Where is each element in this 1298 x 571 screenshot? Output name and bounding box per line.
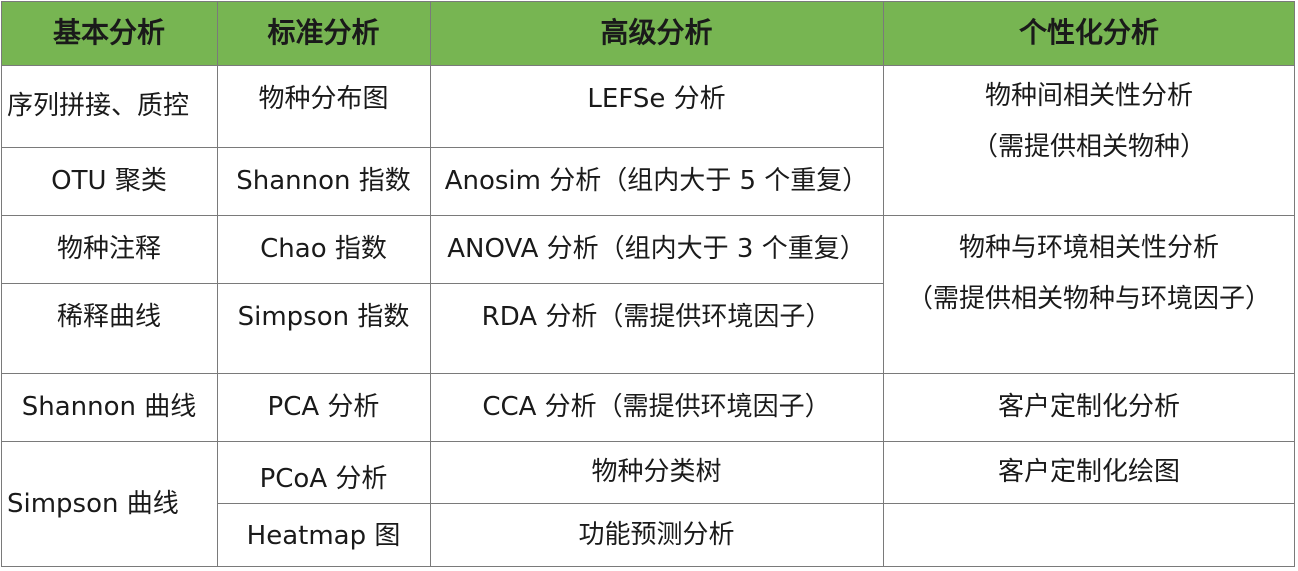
header-advanced: 高级分析	[430, 1, 883, 65]
basic-cell: Shannon 曲线	[21, 391, 197, 422]
advanced-cell: RDA 分析（需提供环境因子）	[481, 301, 832, 332]
grid-line	[217, 503, 1295, 504]
custom-cell-line: 物种与环境相关性分析	[958, 233, 1219, 264]
custom-cell	[883, 503, 1295, 567]
basic-cell: Simpson 曲线	[7, 488, 179, 519]
standard-cell: PCA 分析	[267, 391, 380, 422]
advanced-cell: LEFSe 分析	[587, 83, 726, 114]
grid-line	[430, 1, 431, 567]
analysis-table: 基本分析 标准分析 高级分析 个性化分析 序列拼接、质控 OTU 聚类 物种注释…	[1, 1, 1295, 567]
grid-line	[217, 1, 218, 567]
custom-cell: 客户定制化分析	[997, 391, 1180, 422]
grid-line	[1, 283, 883, 284]
grid-line	[1, 65, 1295, 66]
advanced-cell: CCA 分析（需提供环境因子）	[482, 391, 831, 422]
grid-line	[1, 1, 1295, 2]
grid-line	[1, 1, 2, 567]
grid-line	[1, 566, 1295, 567]
basic-cell: 序列拼接、质控	[7, 90, 190, 121]
basic-cell: 稀释曲线	[56, 301, 161, 332]
basic-cell: OTU 聚类	[51, 165, 167, 196]
standard-cell: 物种分布图	[258, 83, 389, 114]
custom-cell-line: 物种间相关性分析	[984, 81, 1193, 112]
advanced-cell: Anosim 分析（组内大于 5 个重复）	[444, 165, 869, 196]
header-standard: 标准分析	[217, 1, 430, 65]
grid-line	[883, 1, 884, 567]
grid-line	[1294, 1, 1295, 567]
grid-line	[1, 147, 883, 148]
standard-cell: Simpson 指数	[237, 301, 410, 332]
standard-cell: Chao 指数	[260, 233, 387, 264]
header-custom: 个性化分析	[883, 1, 1295, 65]
custom-cell: 物种间相关性分析 （需提供相关物种）	[883, 65, 1295, 179]
grid-line	[1, 215, 1295, 216]
advanced-cell: ANOVA 分析（组内大于 3 个重复）	[447, 233, 866, 264]
header-basic: 基本分析	[1, 1, 217, 65]
custom-cell-note: （需提供相关物种）	[971, 132, 1206, 162]
custom-cell: 客户定制化绘图	[997, 456, 1180, 487]
advanced-cell: 物种分类树	[591, 456, 722, 487]
basic-cell: 物种注释	[56, 233, 161, 264]
grid-line	[1, 373, 1295, 374]
standard-cell: Heatmap 图	[246, 520, 401, 551]
custom-cell-note: （需提供相关物种与环境因子）	[906, 284, 1271, 314]
advanced-cell: 功能预测分析	[578, 519, 735, 550]
grid-line	[1, 441, 1295, 442]
custom-cell: 物种与环境相关性分析 （需提供相关物种与环境因子）	[883, 215, 1295, 333]
standard-cell: Shannon 指数	[236, 165, 411, 196]
